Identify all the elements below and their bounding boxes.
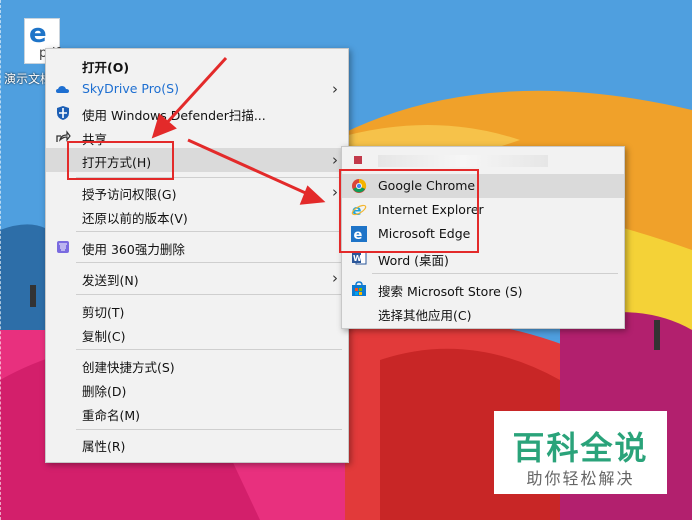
watermark-title: 百科全说 [512,429,649,467]
baike-watermark: 百科全说 助你轻松解决 [494,411,667,494]
watermark-subtitle: 助你轻松解决 [526,469,635,488]
